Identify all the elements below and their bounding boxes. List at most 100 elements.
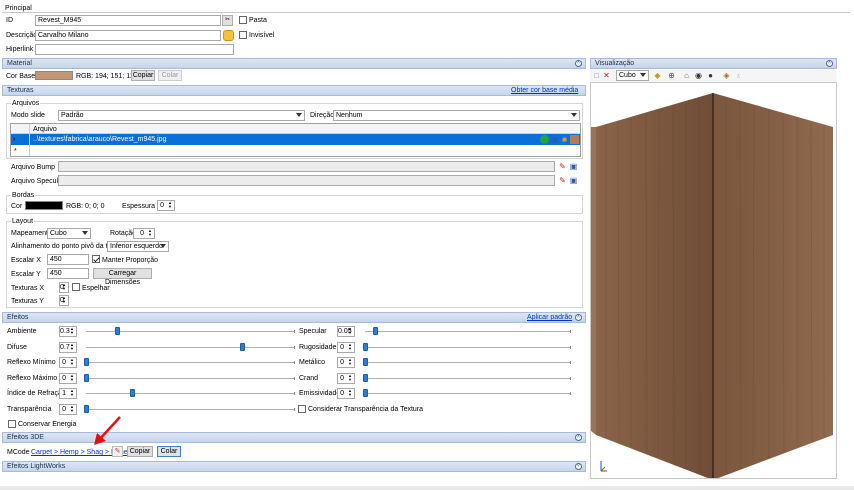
efeito-spinner[interactable]: 0 ▲ ▼ xyxy=(337,341,355,353)
clear-icon[interactable]: ✎ xyxy=(558,176,567,185)
efeito-slider-track[interactable] xyxy=(86,362,294,364)
binoculars-icon[interactable]: ▣ xyxy=(569,176,578,185)
collapse-icon[interactable]: ˅ xyxy=(575,463,582,470)
efeito-slider-track[interactable] xyxy=(86,346,294,348)
home-icon[interactable]: ⌂ xyxy=(682,71,691,80)
efeito-spinner[interactable]: 0 ▲ ▼ xyxy=(59,357,77,369)
clear-id-icon[interactable]: ✂ xyxy=(222,15,233,26)
eye-icon[interactable]: ◉ xyxy=(694,71,703,80)
obter-cor-link[interactable]: Obter cor base média xyxy=(511,86,578,95)
new-icon[interactable]: □ xyxy=(592,71,601,80)
sphere-icon[interactable]: ● xyxy=(706,71,715,80)
efeito-slider-track[interactable] xyxy=(86,377,294,379)
spin-down-icon[interactable]: ▼ xyxy=(69,377,75,382)
efeito-slider-track[interactable] xyxy=(86,409,294,410)
efeito-slider-thumb[interactable] xyxy=(240,342,245,351)
efeito-slider-thumb[interactable] xyxy=(363,373,368,382)
comment-icon[interactable] xyxy=(223,30,234,41)
colar-button[interactable]: Colar xyxy=(158,70,182,81)
rotacao-spinner[interactable]: 0 ▲ ▼ xyxy=(133,228,155,239)
collapse-icon[interactable]: ˄ xyxy=(826,60,833,67)
bordas-cor-swatch[interactable] xyxy=(25,201,63,210)
efeito-slider-thumb[interactable] xyxy=(84,405,89,413)
pasta-checkbox[interactable] xyxy=(239,16,247,24)
mapeamento-select[interactable]: Cubo xyxy=(47,228,91,239)
spin-down-icon[interactable]: ▼ xyxy=(347,393,353,397)
efeito-slider-thumb[interactable] xyxy=(115,327,121,335)
efeito-spinner[interactable]: 1 ▲ ▼ xyxy=(59,388,77,400)
mcode-colar-button[interactable]: Colar xyxy=(157,446,181,457)
conservar-checkbox[interactable] xyxy=(8,420,16,428)
texturas-y-spinner[interactable]: 0 ▲ ▼ xyxy=(59,295,69,306)
collapse-icon[interactable]: ˄ xyxy=(575,434,582,441)
descricao-input[interactable]: Carvalho Milano xyxy=(35,30,221,41)
texturas-section-header[interactable]: Texturas xyxy=(2,85,586,96)
clear-icon[interactable]: ✎ xyxy=(558,162,567,171)
spin-down-icon[interactable]: ▼ xyxy=(69,409,75,413)
modo-slide-select[interactable]: Padrão xyxy=(58,110,305,121)
espelhar-checkbox[interactable] xyxy=(72,283,80,291)
efeito-spinner[interactable]: 0 ▲ ▼ xyxy=(337,388,355,400)
view-select[interactable]: Cubo xyxy=(616,70,649,81)
efeito-slider-track[interactable] xyxy=(86,393,294,395)
cor-base-swatch[interactable] xyxy=(35,71,73,80)
manter-proporcao-checkbox[interactable] xyxy=(92,255,100,263)
efeito-slider-thumb[interactable] xyxy=(84,358,89,367)
spin-down-icon[interactable]: ▼ xyxy=(347,362,353,366)
alinhamento-select[interactable]: Inferior esquerdo xyxy=(107,241,169,252)
efeito-slider-track[interactable] xyxy=(365,362,570,364)
clear-mcode-icon[interactable]: ✎ xyxy=(112,446,123,457)
spin-down-icon[interactable]: ▼ xyxy=(61,300,67,304)
carregar-dimensoes-button[interactable]: Carregar Dimensões xyxy=(93,268,152,286)
spin-down-icon[interactable]: ▼ xyxy=(347,331,353,335)
collapse-icon[interactable]: ˄ xyxy=(575,314,582,321)
efeito-slider-thumb[interactable] xyxy=(129,389,135,398)
spin-down-icon[interactable]: ▼ xyxy=(61,287,67,291)
efeito-slider-track[interactable] xyxy=(365,393,570,395)
efeito-spinner[interactable]: 0 ▲ ▼ xyxy=(59,372,77,384)
texturas-x-spinner[interactable]: 0 ▲ ▼ xyxy=(59,282,69,293)
aplicar-padrao-link[interactable]: Aplicar padrão xyxy=(527,313,572,322)
efeitos-section-header[interactable]: Efeitos ˄ xyxy=(2,312,586,323)
efeito-spinner[interactable]: 0 ▲ ▼ xyxy=(337,357,355,369)
efeitos3de-section-header[interactable]: Efeitos 3DE ˄ xyxy=(2,432,586,443)
spin-down-icon[interactable]: ▼ xyxy=(167,205,173,209)
spin-down-icon[interactable]: ▼ xyxy=(347,377,353,382)
check-icon[interactable] xyxy=(540,135,549,144)
collapse-icon[interactable]: ˄ xyxy=(575,60,582,67)
efeito-slider-track[interactable] xyxy=(365,346,570,348)
material-icon[interactable]: ◈ xyxy=(722,71,731,80)
light-icon[interactable]: ♁ xyxy=(734,71,743,80)
escalar-y-input[interactable]: 450 xyxy=(47,268,89,279)
zoom-icon[interactable]: ⊕ xyxy=(667,71,676,80)
spin-down-icon[interactable]: ▼ xyxy=(69,362,75,366)
spin-down-icon[interactable]: ▼ xyxy=(347,346,353,351)
considerar-checkbox[interactable] xyxy=(298,405,306,413)
efeito-slider-thumb[interactable] xyxy=(84,373,89,382)
efeito-slider-thumb[interactable] xyxy=(363,358,368,367)
efeito-slider-track[interactable] xyxy=(365,377,570,379)
spin-down-icon[interactable]: ▼ xyxy=(69,346,75,351)
bump-input[interactable] xyxy=(58,161,555,172)
efeito-spinner[interactable]: 0 ▲ ▼ xyxy=(337,372,355,384)
material-section-header[interactable]: Material ˄ xyxy=(2,58,586,69)
efeito-slider-thumb[interactable] xyxy=(363,342,368,351)
lightworks-section-header[interactable]: Efeitos LightWorks ˅ xyxy=(2,461,586,472)
specular-input[interactable] xyxy=(58,175,555,186)
efeito-spinner[interactable]: 0.7 ▲ ▼ xyxy=(59,341,77,353)
efeito-spinner[interactable]: 0.05 ▲ ▼ xyxy=(337,326,355,337)
copiar-button[interactable]: Copiar xyxy=(131,70,155,81)
preview-viewport[interactable] xyxy=(590,82,837,479)
folder-icon[interactable]: ■ xyxy=(560,135,569,144)
binoculars-icon[interactable]: ▣ xyxy=(550,135,559,144)
efeito-spinner[interactable]: 0 ▲ ▼ xyxy=(59,404,77,415)
spin-down-icon[interactable]: ▼ xyxy=(69,331,75,335)
escalar-x-input[interactable]: 450 xyxy=(47,254,89,265)
visualizacao-header[interactable]: Visualização ˄ xyxy=(590,58,837,69)
mcode-copiar-button[interactable]: Copiar xyxy=(127,446,153,457)
cube-icon[interactable]: ◆ xyxy=(653,71,662,80)
efeito-spinner[interactable]: 0.3 ▲ ▼ xyxy=(59,326,77,337)
hyperlink-input[interactable] xyxy=(35,44,234,55)
spin-down-icon[interactable]: ▼ xyxy=(147,233,153,237)
efeito-slider-thumb[interactable] xyxy=(363,389,368,398)
